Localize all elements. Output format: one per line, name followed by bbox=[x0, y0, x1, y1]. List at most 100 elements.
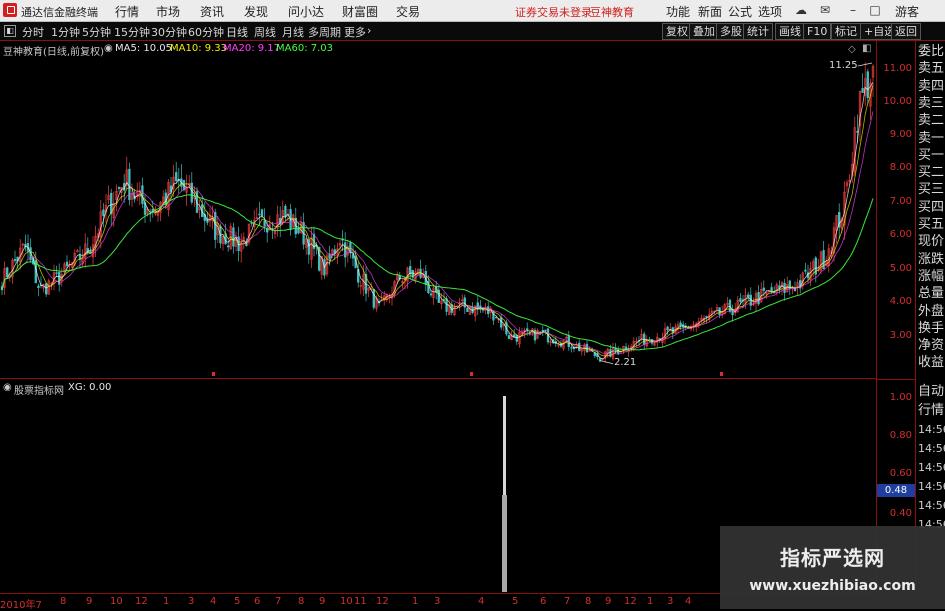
date-tick: 7 bbox=[275, 596, 282, 607]
side-panel-item: 卖二 bbox=[918, 113, 945, 129]
button-diejia[interactable]: 叠加 bbox=[689, 23, 719, 40]
login-user[interactable]: 游客 bbox=[895, 3, 919, 20]
chevron-right-icon[interactable]: › bbox=[367, 24, 371, 37]
menu-caifuquan[interactable]: 财富圈 bbox=[342, 3, 378, 20]
date-tick: 5 bbox=[234, 596, 241, 607]
watermark-title: 指标严选网 bbox=[780, 546, 885, 570]
price-tick: 4.00 bbox=[889, 296, 912, 307]
candle-body bbox=[861, 87, 864, 93]
candle-body bbox=[494, 317, 498, 319]
button-biaoji[interactable]: 标记 bbox=[831, 23, 861, 40]
period-monthly[interactable]: 月线 bbox=[282, 24, 304, 40]
minimize-icon[interactable]: – bbox=[846, 3, 860, 17]
period-weekly[interactable]: 周线 bbox=[254, 24, 276, 40]
candle-body bbox=[307, 239, 310, 255]
candle-body bbox=[37, 285, 40, 288]
date-tick: 12 bbox=[624, 596, 637, 607]
side-panel-item: 外盘 bbox=[918, 303, 945, 319]
indicator-title: 股票指标网 bbox=[14, 386, 64, 397]
side-panel-bottom-item: 14:56 bbox=[918, 480, 945, 493]
ma10-line bbox=[1, 84, 874, 357]
menu-jiaoyi[interactable]: 交易 bbox=[396, 3, 420, 20]
date-tick: 8 bbox=[585, 596, 592, 607]
candle-body bbox=[666, 326, 669, 331]
button-duogu[interactable]: 多股 bbox=[716, 23, 746, 40]
broker-name[interactable]: 豆神教育 bbox=[590, 4, 634, 20]
diamond-icon[interactable]: ◇ bbox=[848, 44, 856, 55]
kline-canvas[interactable] bbox=[0, 41, 876, 379]
period-multi[interactable]: 多周期 bbox=[308, 24, 341, 40]
menu-xuanxiang[interactable]: 选项 bbox=[758, 3, 782, 20]
message-icon[interactable]: ✉ bbox=[818, 3, 832, 17]
trade-login-alert[interactable]: 证券交易未登录 bbox=[515, 4, 592, 20]
axis-divider bbox=[877, 379, 915, 380]
ma60-value: MA60: 7.03 bbox=[276, 43, 334, 54]
menu-shichang[interactable]: 市场 bbox=[156, 3, 180, 20]
indicator-tick: 0.60 bbox=[889, 468, 912, 479]
signal-bar-base bbox=[502, 495, 507, 592]
period-30min[interactable]: 30分钟 bbox=[151, 24, 187, 40]
date-tick: 12 bbox=[376, 596, 389, 607]
period-60min[interactable]: 60分钟 bbox=[188, 24, 224, 40]
period-more[interactable]: 更多 bbox=[344, 24, 366, 40]
side-panel-item: 买四 bbox=[918, 199, 945, 215]
button-fuquan[interactable]: 复权 bbox=[662, 23, 692, 40]
price-tick: 7.00 bbox=[889, 196, 912, 207]
period-1min[interactable]: 1分钟 bbox=[51, 24, 80, 40]
period-15min[interactable]: 15分钟 bbox=[114, 24, 150, 40]
indicator-settings-icon[interactable]: ◉ bbox=[3, 382, 12, 393]
panel-toggle-icon[interactable]: ◧ bbox=[862, 43, 871, 54]
button-back[interactable]: 返回 bbox=[891, 23, 921, 40]
date-tick: 1 bbox=[163, 596, 170, 607]
candle-body bbox=[297, 228, 300, 234]
candle-body bbox=[258, 213, 261, 216]
candle-body bbox=[55, 272, 58, 274]
period-fenshi[interactable]: 分时 bbox=[22, 24, 44, 40]
button-huaxian[interactable]: 画线 bbox=[775, 23, 805, 40]
app-title: 通达信金融终端 bbox=[21, 6, 98, 19]
candle-body bbox=[45, 283, 48, 295]
low-price-label: 2.21 bbox=[614, 357, 637, 368]
side-panel-item: 买二 bbox=[918, 165, 945, 181]
menu-faxian[interactable]: 发现 bbox=[244, 3, 268, 20]
menu-gongneng[interactable]: 功能 bbox=[666, 3, 690, 20]
event-marker[interactable] bbox=[212, 372, 215, 376]
menu-hangqing[interactable]: 行情 bbox=[115, 3, 139, 20]
period-5min[interactable]: 5分钟 bbox=[82, 24, 111, 40]
cloud-icon[interactable]: ☁ bbox=[794, 3, 808, 17]
button-f10[interactable]: F10 bbox=[803, 23, 832, 40]
ma10-value: MA10: 9.33 bbox=[170, 43, 228, 54]
indicator-tick: 1.00 bbox=[889, 392, 912, 403]
period-daily[interactable]: 日线 bbox=[226, 24, 248, 40]
price-tick: 5.00 bbox=[889, 263, 912, 274]
button-tongji[interactable]: 统计 bbox=[743, 23, 773, 40]
settings-gear-icon[interactable]: ◉ bbox=[104, 43, 113, 54]
candle-body bbox=[762, 287, 765, 291]
candle-body bbox=[214, 212, 217, 240]
candle-body bbox=[6, 267, 9, 278]
candle-body bbox=[175, 172, 178, 182]
menu-xinmian[interactable]: 新面 bbox=[698, 3, 722, 20]
event-marker[interactable] bbox=[470, 372, 473, 376]
sidebar-toggle-icon[interactable]: ◧ bbox=[4, 25, 16, 37]
menu-zixun[interactable]: 资讯 bbox=[200, 3, 224, 20]
date-tick: 10 bbox=[110, 596, 123, 607]
candle-body bbox=[141, 185, 144, 204]
candle-body bbox=[476, 302, 479, 309]
date-tick: 6 bbox=[254, 596, 261, 607]
price-tick: 8.00 bbox=[889, 162, 912, 173]
candle-body bbox=[260, 209, 264, 217]
date-tick: 8 bbox=[60, 596, 67, 607]
date-tick: 5 bbox=[512, 596, 519, 607]
maximize-icon[interactable]: □ bbox=[868, 3, 882, 17]
candle-body bbox=[409, 266, 412, 275]
side-panel-item: 买一 bbox=[918, 147, 945, 163]
date-tick: 9 bbox=[605, 596, 612, 607]
candle-body bbox=[344, 242, 347, 258]
menu-wenxiaoda[interactable]: 问小达 bbox=[288, 3, 324, 20]
side-panel-item: 换手 bbox=[918, 320, 945, 336]
kline-chart[interactable]: 豆神教育(日线,前复权) ◉ MA5: 10.05 MA10: 9.33 MA2… bbox=[0, 41, 876, 379]
event-marker[interactable] bbox=[720, 372, 723, 376]
menu-gongshi[interactable]: 公式 bbox=[728, 3, 752, 20]
side-panel-item: 卖四 bbox=[918, 78, 945, 94]
